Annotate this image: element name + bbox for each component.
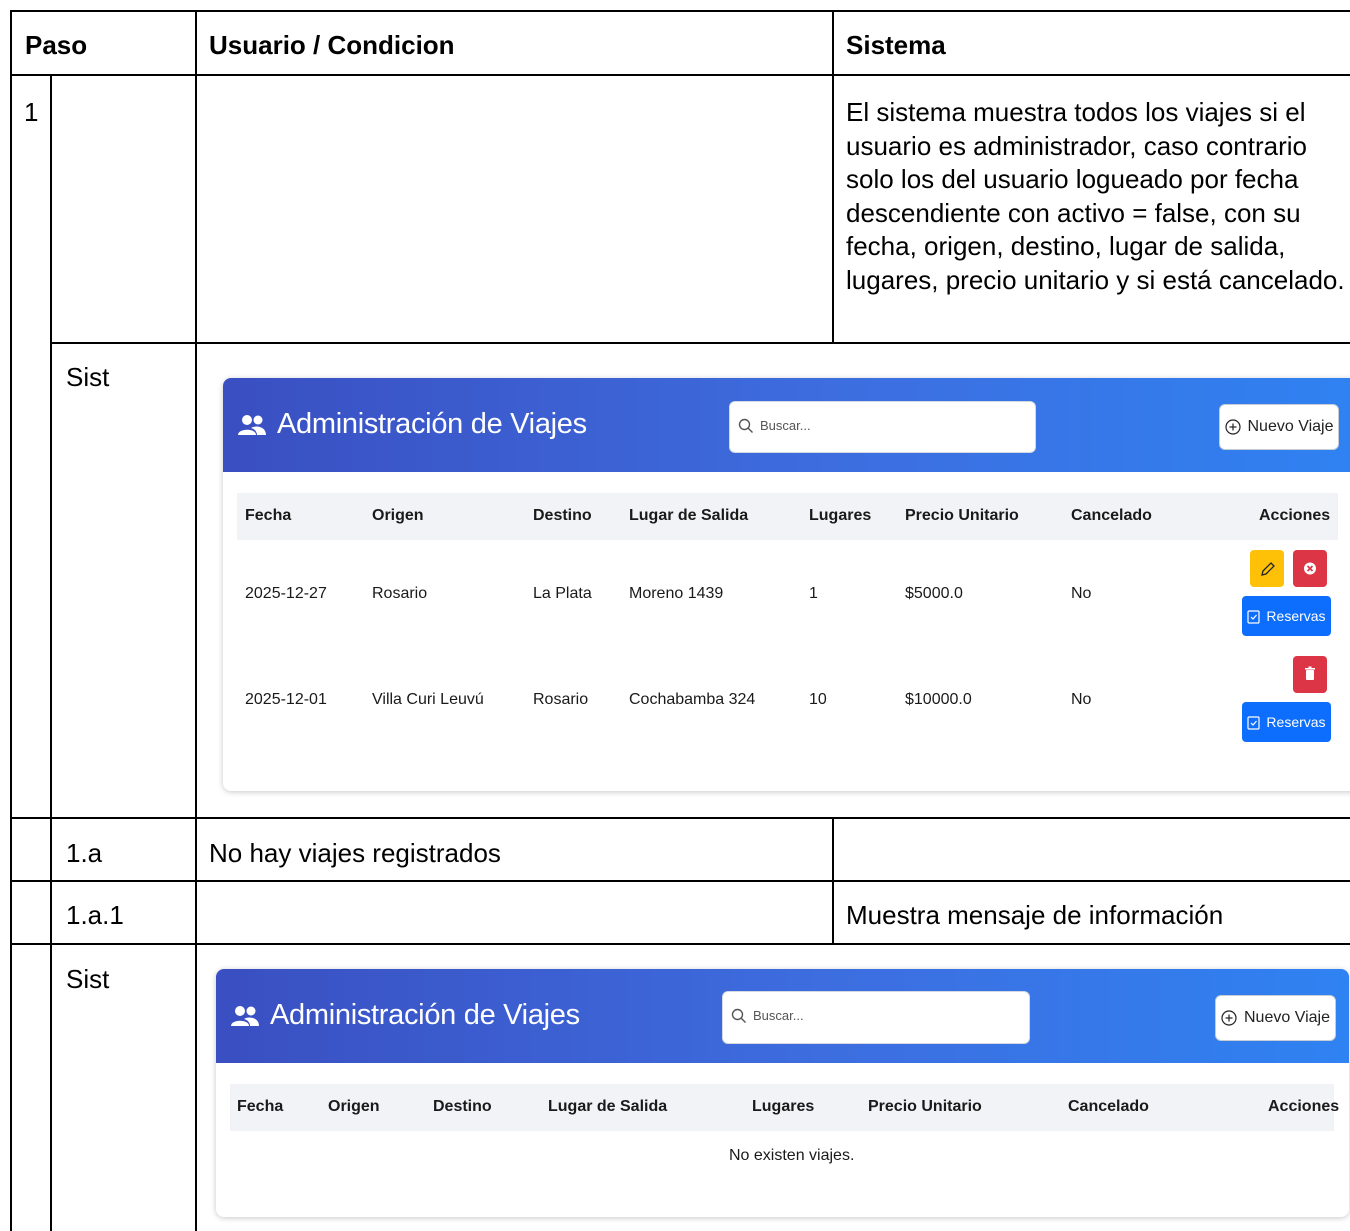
new-trip-label: Nuevo Viaje xyxy=(1244,1009,1330,1026)
cell-precio: $10000.0 xyxy=(905,691,972,708)
cell-cancelado: No xyxy=(1071,585,1092,602)
plus-circle-icon xyxy=(1224,419,1241,435)
cell-cancelado: No xyxy=(1071,691,1092,708)
trash-icon xyxy=(1305,666,1315,680)
step-label: Sist xyxy=(66,362,110,392)
search-placeholder: Buscar... xyxy=(760,418,811,433)
header-paso: Paso xyxy=(25,30,88,60)
step-label: 1.a xyxy=(66,838,103,868)
delete-button[interactable] xyxy=(1293,656,1327,693)
col-origen: Origen xyxy=(328,1098,380,1115)
col-fecha: Fecha xyxy=(237,1098,284,1115)
new-trip-button[interactable]: Nuevo Viaje xyxy=(1219,404,1339,450)
header-row-divider xyxy=(10,74,1350,76)
app-header: Administración de Viajes Buscar... Nuevo… xyxy=(223,378,1350,472)
app-title-text: Administración de Viajes xyxy=(270,999,580,1031)
app-screenshot-list: Administración de Viajes Buscar... Nuevo… xyxy=(223,378,1350,791)
cell-destino: Rosario xyxy=(533,691,589,708)
cell-precio: $5000.0 xyxy=(905,585,963,602)
step-label: 1.a.1 xyxy=(66,900,124,930)
new-trip-label: Nuevo Viaje xyxy=(1247,418,1334,435)
cell-lugares: 10 xyxy=(809,691,827,708)
table-border-top xyxy=(10,10,1350,12)
reservas-button[interactable]: Reservas xyxy=(1242,596,1331,636)
cell-fecha: 2025-12-27 xyxy=(245,585,327,602)
col-destino: Destino xyxy=(433,1098,492,1115)
system-response: Muestra mensaje de información xyxy=(846,900,1224,930)
step-number: 1 xyxy=(24,97,39,127)
app-screenshot-empty: Administración de Viajes Buscar... Nuevo… xyxy=(216,969,1349,1217)
app-header: Administración de Viajes Buscar... Nuevo… xyxy=(216,969,1349,1063)
clipboard-check-icon xyxy=(1247,609,1261,624)
cell-origen: Rosario xyxy=(372,585,428,602)
col-cancelado: Cancelado xyxy=(1068,1098,1149,1115)
reservas-button[interactable]: Reservas xyxy=(1242,702,1331,742)
edit-button[interactable] xyxy=(1250,550,1284,587)
col-precio: Precio Unitario xyxy=(905,507,1019,524)
col-acciones: Acciones xyxy=(1259,507,1331,524)
cancel-trip-button[interactable] xyxy=(1293,550,1327,587)
reservas-label: Reservas xyxy=(1266,608,1326,624)
new-trip-button[interactable]: Nuevo Viaje xyxy=(1215,995,1336,1041)
users-icon xyxy=(238,414,266,435)
clipboard-check-icon xyxy=(1247,715,1261,730)
cell-fecha: 2025-12-01 xyxy=(245,691,327,708)
system-description: El sistema muestra todos los viajes si e… xyxy=(846,97,1345,295)
row-divider xyxy=(10,817,1350,819)
column-divider xyxy=(832,817,834,945)
users-icon xyxy=(231,1005,259,1026)
empty-message: No existen viajes. xyxy=(729,1147,855,1164)
col-fecha: Fecha xyxy=(245,507,292,524)
column-divider xyxy=(832,10,834,344)
cell-lugares: 1 xyxy=(809,585,818,602)
plus-circle-icon xyxy=(1221,1010,1237,1026)
col-origen: Origen xyxy=(372,507,424,524)
table-header: Fecha Origen Destino Lugar de Salida Lug… xyxy=(230,1084,1339,1131)
search-input[interactable]: Buscar... xyxy=(729,401,1036,453)
header-sistema: Sistema xyxy=(846,30,946,60)
column-divider xyxy=(50,74,52,1231)
search-placeholder: Buscar... xyxy=(753,1008,804,1023)
column-divider xyxy=(195,10,197,1231)
col-lugares: Lugares xyxy=(809,507,872,524)
cell-lugar: Moreno 1439 xyxy=(629,585,724,602)
search-icon xyxy=(731,1008,746,1023)
table-border-left xyxy=(10,10,12,1231)
pencil-icon xyxy=(1261,562,1275,576)
search-icon xyxy=(738,418,753,433)
x-circle-icon xyxy=(1304,562,1316,575)
col-cancelado: Cancelado xyxy=(1071,507,1152,524)
table-header: Fecha Origen Destino Lugar de Salida Lug… xyxy=(237,493,1338,540)
row-divider xyxy=(10,880,1350,882)
col-destino: Destino xyxy=(533,507,592,524)
header-usuario: Usuario / Condicion xyxy=(209,30,455,60)
reservas-label: Reservas xyxy=(1266,714,1326,730)
search-input[interactable]: Buscar... xyxy=(722,991,1030,1044)
app-title: Administración de Viajes xyxy=(230,999,580,1032)
row-divider xyxy=(10,943,1350,945)
col-lugares: Lugares xyxy=(752,1098,815,1115)
cell-lugar: Cochabamba 324 xyxy=(629,691,756,708)
app-title-text: Administración de Viajes xyxy=(277,408,587,440)
row-divider xyxy=(50,342,1350,344)
app-title: Administración de Viajes xyxy=(237,408,587,441)
col-lugar-salida: Lugar de Salida xyxy=(548,1098,668,1115)
col-acciones: Acciones xyxy=(1268,1098,1340,1115)
user-condition: No hay viajes registrados xyxy=(209,838,501,868)
cell-destino: La Plata xyxy=(533,585,592,602)
col-lugar-salida: Lugar de Salida xyxy=(629,507,749,524)
cell-origen: Villa Curi Leuvú xyxy=(372,691,484,708)
col-precio: Precio Unitario xyxy=(868,1098,982,1115)
step-label: Sist xyxy=(66,964,110,994)
